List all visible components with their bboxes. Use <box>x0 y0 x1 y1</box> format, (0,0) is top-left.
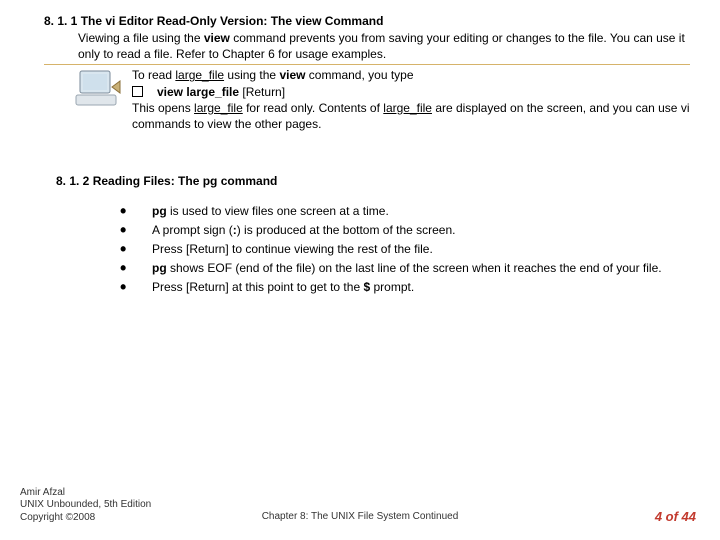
author-name: Amir Afzal <box>20 487 151 500</box>
bullet-list: pg is used to view files one screen at a… <box>120 202 690 296</box>
pg-keyword: pg <box>152 261 167 275</box>
footer-center: Chapter 8: The UNIX File System Continue… <box>0 511 720 522</box>
return-key: [Return] <box>239 85 285 99</box>
list-item: A prompt sign (:) is produced at the bot… <box>120 221 690 239</box>
list-item: Press [Return] to continue viewing the r… <box>120 240 690 258</box>
section-2-heading: 8. 1. 2 Reading Files: The pg command <box>56 174 690 188</box>
computer-icon <box>74 67 122 111</box>
divider-line <box>44 64 690 65</box>
slide-content: 8. 1. 1 The vi Editor Read-Only Version:… <box>0 0 720 296</box>
heading-cmd: view <box>295 14 321 28</box>
checkbox-icon <box>132 86 143 97</box>
heading-post: Command <box>321 14 383 28</box>
list-item: pg is used to view files one screen at a… <box>120 202 690 220</box>
page-number: 4 of 44 <box>655 509 696 524</box>
example-line-3: This opens large_file for read only. Con… <box>132 100 690 132</box>
filename: large_file <box>194 101 243 115</box>
example-body: To read large_file using the view comman… <box>132 67 690 132</box>
section-1-heading: 8. 1. 1 The vi Editor Read-Only Version:… <box>44 14 690 28</box>
view-keyword: view <box>204 31 230 45</box>
list-item: pg shows EOF (end of the file) on the la… <box>120 259 690 277</box>
book-title: UNIX Unbounded, 5th Edition <box>20 499 151 512</box>
example-line-1: To read large_file using the view comman… <box>132 67 690 83</box>
command-line: view large_file [Return] <box>132 84 690 100</box>
heading-pre: 8. 1. 1 The vi Editor Read-Only Version:… <box>44 14 295 28</box>
list-item: Press [Return] at this point to get to t… <box>120 278 690 296</box>
section-1-paragraph: Viewing a file using the view command pr… <box>78 30 690 62</box>
filename: large_file <box>175 68 224 82</box>
command-text: view large_file <box>157 85 239 99</box>
view-keyword: view <box>279 68 305 82</box>
filename: large_file <box>383 101 432 115</box>
pg-keyword: pg <box>152 204 167 218</box>
example-row: To read large_file using the view comman… <box>44 67 690 132</box>
